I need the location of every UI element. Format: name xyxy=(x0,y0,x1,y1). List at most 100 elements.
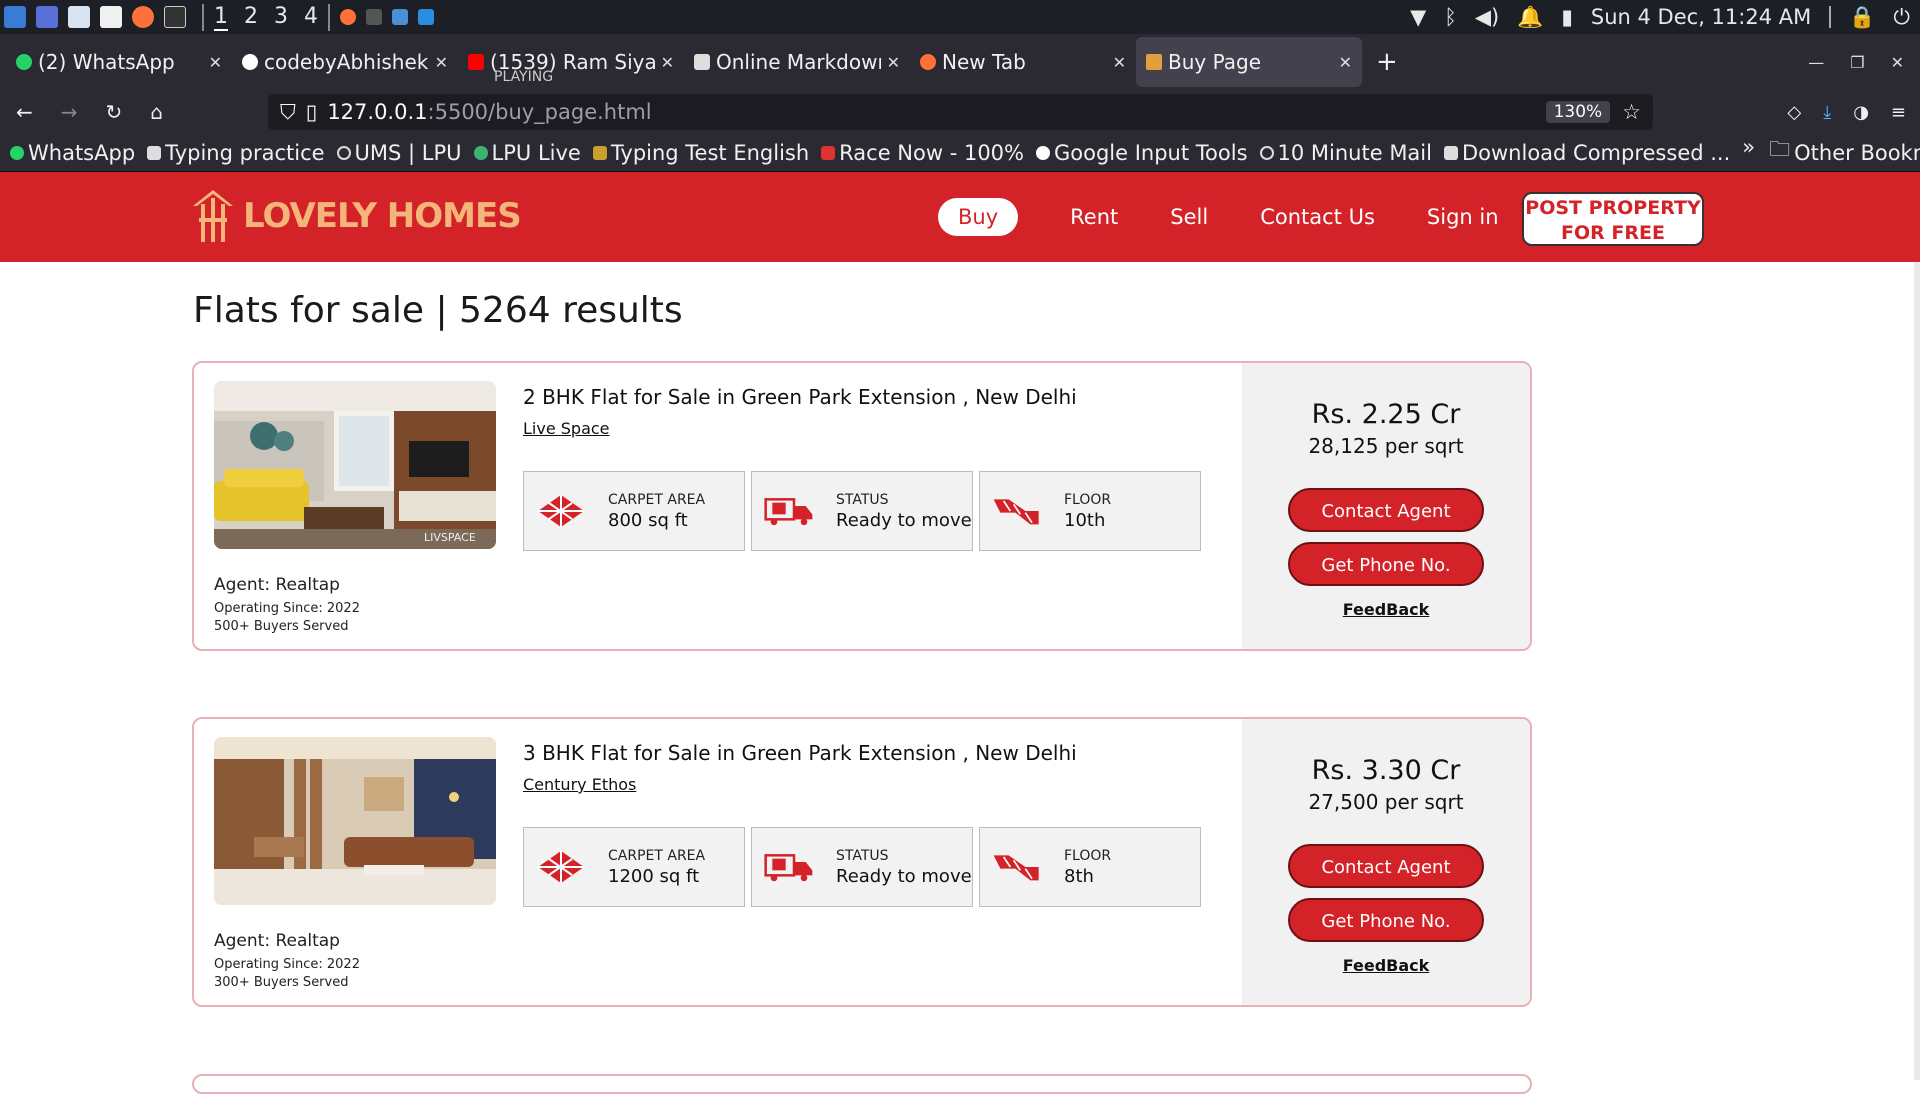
divider xyxy=(1829,6,1832,28)
bookmark-lpu-live[interactable]: LPU Live xyxy=(473,141,581,165)
tab-buy-page[interactable]: Buy Page ✕ xyxy=(1136,37,1362,87)
notification-bell-icon[interactable]: 🔔 xyxy=(1517,5,1543,30)
price-per-sqft: 28,125 per sqrt xyxy=(1308,434,1464,458)
workspace-switcher[interactable]: 1 2 3 4 xyxy=(202,3,330,31)
listing-title[interactable]: 2 BHK Flat for Sale in Green Park Extens… xyxy=(523,385,1077,409)
contact-agent-button[interactable]: Contact Agent xyxy=(1288,844,1484,888)
menu-icon[interactable]: ≡ xyxy=(1891,102,1906,123)
vscode-task-icon[interactable] xyxy=(418,9,434,25)
close-tab-icon[interactable]: ✕ xyxy=(435,53,448,72)
document-icon[interactable] xyxy=(100,6,122,28)
shield-icon[interactable]: ⛉ xyxy=(280,100,296,125)
tab-github[interactable]: codebyAbhishekB ✕ xyxy=(232,37,458,87)
restore-icon[interactable]: ❐ xyxy=(1850,53,1864,72)
page-icon[interactable]: ▯ xyxy=(306,100,318,124)
nav-buy[interactable]: Buy xyxy=(938,198,1019,236)
close-window-icon[interactable]: ✕ xyxy=(1891,53,1904,72)
account-icon[interactable]: ◑ xyxy=(1853,102,1869,123)
app-launcher-icon[interactable] xyxy=(4,6,26,28)
bookmark-typing-test[interactable]: Typing Test English xyxy=(592,141,809,165)
downloads-icon[interactable]: ⤓ xyxy=(1823,102,1831,123)
google-icon xyxy=(1036,145,1050,160)
tab-markdown[interactable]: Online Markdown ✕ xyxy=(684,37,910,87)
builder-link[interactable]: Live Space xyxy=(523,419,610,438)
bookmark-race-now[interactable]: Race Now - 100% xyxy=(821,141,1024,165)
terminal-icon[interactable] xyxy=(164,6,186,28)
builder-link[interactable]: Century Ethos xyxy=(523,775,636,794)
pocket-icon[interactable]: ◇ xyxy=(1787,102,1801,123)
bookmark-whatsapp[interactable]: WhatsApp xyxy=(10,141,135,165)
get-phone-button[interactable]: Get Phone No. xyxy=(1288,542,1484,586)
workspace-2[interactable]: 2 xyxy=(244,4,258,31)
carpet-area-icon xyxy=(538,495,584,527)
forward-icon[interactable]: → xyxy=(61,100,78,124)
close-tab-icon[interactable]: ✕ xyxy=(661,53,674,72)
feedback-link[interactable]: FeedBack xyxy=(1242,956,1530,975)
page-scrollbar[interactable] xyxy=(1914,262,1920,1080)
tab-title: Buy Page xyxy=(1168,50,1262,74)
price-panel: Rs. 3.30 Cr 27,500 per sqrt Contact Agen… xyxy=(1242,719,1530,1005)
tab-new-tab[interactable]: New Tab ✕ xyxy=(910,37,1136,87)
carpet-area-label: CARPET AREA xyxy=(608,491,706,508)
window-icon[interactable] xyxy=(36,6,58,28)
close-tab-icon[interactable]: ✕ xyxy=(1339,53,1352,72)
close-tab-icon[interactable]: ✕ xyxy=(209,53,222,72)
bookmark-download-compressed[interactable]: Download Compressed ... xyxy=(1443,141,1730,165)
tab-youtube[interactable]: (1539) Ram Siya R PLAYING ✕ xyxy=(458,37,684,87)
minimize-icon[interactable]: — xyxy=(1808,53,1824,72)
volume-icon[interactable]: ◀) xyxy=(1475,5,1499,29)
tab-title: codebyAbhishekB xyxy=(264,50,429,74)
nav-sign-in[interactable]: Sign in xyxy=(1427,205,1499,229)
nav-sell[interactable]: Sell xyxy=(1170,205,1208,229)
nav-rent[interactable]: Rent xyxy=(1070,205,1118,229)
contact-agent-button[interactable]: Contact Agent xyxy=(1288,488,1484,532)
reload-icon[interactable]: ↻ xyxy=(106,100,123,124)
bookmark-label: Race Now - 100% xyxy=(839,140,1024,165)
discord-task-icon[interactable] xyxy=(392,9,408,25)
workspace-3[interactable]: 3 xyxy=(274,4,288,31)
close-tab-icon[interactable]: ✕ xyxy=(1113,53,1126,72)
zoom-level[interactable]: 130% xyxy=(1545,101,1611,123)
listing-title[interactable]: 3 BHK Flat for Sale in Green Park Extens… xyxy=(523,741,1077,765)
workspace-4[interactable]: 4 xyxy=(304,4,318,31)
lock-icon[interactable]: 🔒 xyxy=(1849,5,1875,30)
status-box: STATUS Ready to move xyxy=(751,827,973,907)
new-tab-icon[interactable]: + xyxy=(1376,47,1398,77)
other-bookmarks[interactable]: 🗀Other Bookmarks xyxy=(1769,135,1920,170)
bluetooth-icon[interactable]: ᛒ xyxy=(1444,5,1457,29)
address-bar[interactable]: ⛉ ▯ 127.0.0.1:5500/buy_page.html 130% ☆ xyxy=(268,94,1653,130)
clock[interactable]: Sun 4 Dec, 11:24 AM xyxy=(1591,5,1811,29)
workspace-1[interactable]: 1 xyxy=(214,4,228,31)
firefox-icon[interactable] xyxy=(132,6,154,28)
firefox-task-icon[interactable] xyxy=(340,9,356,25)
bookmark-google-input[interactable]: Google Input Tools xyxy=(1036,141,1248,165)
more-bookmarks-icon[interactable]: » xyxy=(1742,135,1755,170)
terminal-task-icon[interactable] xyxy=(366,9,382,25)
listing-photo[interactable] xyxy=(214,737,496,905)
living-room-image xyxy=(214,737,496,905)
close-tab-icon[interactable]: ✕ xyxy=(887,53,900,72)
back-icon[interactable]: ← xyxy=(16,100,33,124)
listing-card: LIVSPACE 2 BHK Flat for Sale in Green Pa… xyxy=(192,361,1532,651)
listing-photo[interactable]: LIVSPACE xyxy=(214,381,496,549)
post-property-line2: FOR FREE xyxy=(1561,222,1665,244)
tab-whatsapp[interactable]: (2) WhatsApp ✕ xyxy=(6,37,232,87)
wifi-icon[interactable]: ▼ xyxy=(1410,5,1426,29)
page-icon xyxy=(1443,145,1458,160)
bookmark-10-minute-mail[interactable]: 10 Minute Mail xyxy=(1259,141,1432,165)
post-property-button[interactable]: POST PROPERTY FOR FREE xyxy=(1522,192,1704,246)
power-icon[interactable]: ⏻ xyxy=(1893,5,1910,30)
bookmark-star-icon[interactable]: ☆ xyxy=(1622,100,1641,124)
buyers-served: 500+ Buyers Served xyxy=(214,619,349,634)
playing-indicator: PLAYING xyxy=(494,69,554,85)
get-phone-button[interactable]: Get Phone No. xyxy=(1288,898,1484,942)
feedback-link[interactable]: FeedBack xyxy=(1242,600,1530,619)
bookmark-ums[interactable]: UMS | LPU xyxy=(336,141,462,165)
nav-contact-us[interactable]: Contact Us xyxy=(1260,205,1375,229)
file-manager-icon[interactable] xyxy=(68,6,90,28)
home-icon[interactable]: ⌂ xyxy=(150,100,163,124)
price: Rs. 2.25 Cr xyxy=(1311,399,1461,430)
bookmark-typing-practice[interactable]: Typing practice xyxy=(147,141,325,165)
status-label: STATUS xyxy=(836,847,889,864)
site-logo[interactable]: LOVELY HOMES xyxy=(193,188,522,244)
